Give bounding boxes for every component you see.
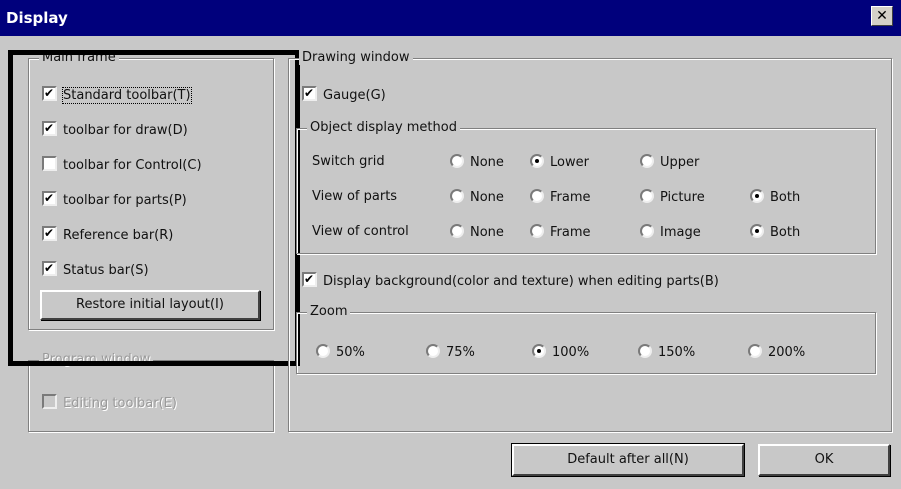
- radio-switch-grid-upper[interactable]: Upper: [640, 154, 699, 170]
- radio-button[interactable]: [532, 344, 546, 358]
- radio-zoom-150[interactable]: 150%: [638, 344, 695, 360]
- radio-button[interactable]: [450, 154, 464, 168]
- radio-button[interactable]: [750, 224, 764, 238]
- radio-label: Frame: [550, 190, 591, 205]
- radio-label: Lower: [550, 155, 589, 170]
- switch-grid-label: Switch grid: [312, 154, 385, 169]
- checkbox-label: Gauge(G): [323, 88, 386, 103]
- object-display-legend: Object display method: [307, 120, 460, 135]
- radio-label: 75%: [446, 345, 475, 360]
- default-after-all-button[interactable]: Default after all(N): [511, 443, 745, 477]
- radio-label: 200%: [768, 345, 806, 360]
- checkbox-draw-toolbar[interactable]: toolbar for draw(D): [42, 121, 188, 138]
- checkbox-editing-toolbar: Editing toolbar(E): [42, 394, 177, 411]
- drawing-window-legend: Drawing window: [299, 50, 413, 65]
- ok-button[interactable]: OK: [758, 444, 890, 476]
- checkbox-status-bar[interactable]: Status bar(S): [42, 261, 149, 278]
- program-window-legend: Program window: [39, 352, 154, 367]
- radio-label: None: [470, 190, 504, 205]
- checkbox-box[interactable]: [42, 191, 57, 206]
- radio-switch-grid-lower[interactable]: Lower: [530, 154, 589, 170]
- checkbox-box[interactable]: [42, 121, 57, 136]
- close-icon: ✕: [876, 8, 888, 24]
- checkbox-label: Standard toolbar(T): [62, 87, 192, 104]
- restore-layout-label: Restore initial layout(I): [76, 297, 224, 312]
- default-after-all-label: Default after all(N): [567, 452, 689, 467]
- radio-control-frame[interactable]: Frame: [530, 224, 591, 240]
- radio-control-both[interactable]: Both: [750, 224, 800, 240]
- checkbox-display-background[interactable]: Display background(color and texture) wh…: [302, 272, 719, 289]
- checkbox-box[interactable]: [42, 261, 57, 276]
- ok-label: OK: [814, 452, 834, 467]
- checkbox-label: Reference bar(R): [63, 228, 174, 243]
- radio-label: Frame: [550, 225, 591, 240]
- close-button[interactable]: ✕: [871, 6, 893, 26]
- radio-parts-none[interactable]: None: [450, 189, 504, 205]
- radio-button[interactable]: [426, 344, 440, 358]
- checkbox-label: toolbar for draw(D): [63, 123, 188, 138]
- checkbox-box[interactable]: [42, 156, 57, 171]
- radio-label: Picture: [660, 190, 705, 205]
- radio-button[interactable]: [530, 189, 544, 203]
- view-of-parts-label: View of parts: [312, 189, 398, 204]
- checkbox-label: Display background(color and texture) wh…: [323, 274, 719, 289]
- radio-parts-frame[interactable]: Frame: [530, 189, 591, 205]
- checkbox-gauge[interactable]: Gauge(G): [302, 86, 386, 103]
- radio-label: 100%: [552, 345, 590, 360]
- radio-button[interactable]: [530, 224, 544, 238]
- radio-label: Both: [770, 190, 801, 205]
- radio-control-image[interactable]: Image: [640, 224, 701, 240]
- radio-zoom-50[interactable]: 50%: [316, 344, 365, 360]
- radio-parts-both[interactable]: Both: [750, 189, 800, 205]
- radio-button[interactable]: [750, 189, 764, 203]
- radio-zoom-200[interactable]: 200%: [748, 344, 805, 360]
- radio-label: None: [470, 155, 504, 170]
- radio-button[interactable]: [450, 224, 464, 238]
- main-frame-legend: Main frame: [39, 50, 119, 65]
- radio-button[interactable]: [316, 344, 330, 358]
- checkbox-label: Status bar(S): [63, 263, 149, 278]
- checkbox-box: [42, 394, 57, 409]
- checkbox-control-toolbar[interactable]: toolbar for Control(C): [42, 156, 202, 173]
- checkbox-label: toolbar for Control(C): [63, 158, 202, 173]
- radio-button[interactable]: [640, 189, 654, 203]
- checkbox-box[interactable]: [302, 86, 317, 101]
- zoom-legend: Zoom: [307, 304, 351, 319]
- radio-label: Image: [660, 225, 701, 240]
- radio-label: 50%: [336, 345, 365, 360]
- radio-button[interactable]: [640, 154, 654, 168]
- radio-switch-grid-none[interactable]: None: [450, 154, 504, 170]
- radio-zoom-75[interactable]: 75%: [426, 344, 475, 360]
- title-bar: Display ✕: [0, 0, 901, 36]
- checkbox-parts-toolbar[interactable]: toolbar for parts(P): [42, 191, 187, 208]
- radio-control-none[interactable]: None: [450, 224, 504, 240]
- radio-button[interactable]: [450, 189, 464, 203]
- radio-label: Both: [770, 225, 801, 240]
- checkbox-box[interactable]: [42, 226, 57, 241]
- restore-layout-button[interactable]: Restore initial layout(I): [40, 290, 260, 320]
- checkbox-box[interactable]: [42, 86, 57, 101]
- radio-parts-picture[interactable]: Picture: [640, 189, 705, 205]
- radio-label: Upper: [660, 155, 700, 170]
- radio-label: 150%: [658, 345, 696, 360]
- checkbox-label: Editing toolbar(E): [63, 396, 177, 411]
- radio-label: None: [470, 225, 504, 240]
- checkbox-label: toolbar for parts(P): [63, 193, 187, 208]
- window-title: Display: [6, 9, 68, 27]
- radio-button[interactable]: [748, 344, 762, 358]
- checkbox-standard-toolbar[interactable]: Standard toolbar(T): [42, 86, 192, 104]
- radio-button[interactable]: [640, 224, 654, 238]
- checkbox-box[interactable]: [302, 272, 317, 287]
- zoom-group: Zoom: [296, 304, 876, 374]
- radio-zoom-100[interactable]: 100%: [532, 344, 589, 360]
- radio-button[interactable]: [530, 154, 544, 168]
- radio-button[interactable]: [638, 344, 652, 358]
- checkbox-reference-bar[interactable]: Reference bar(R): [42, 226, 173, 243]
- view-of-control-label: View of control: [312, 224, 409, 239]
